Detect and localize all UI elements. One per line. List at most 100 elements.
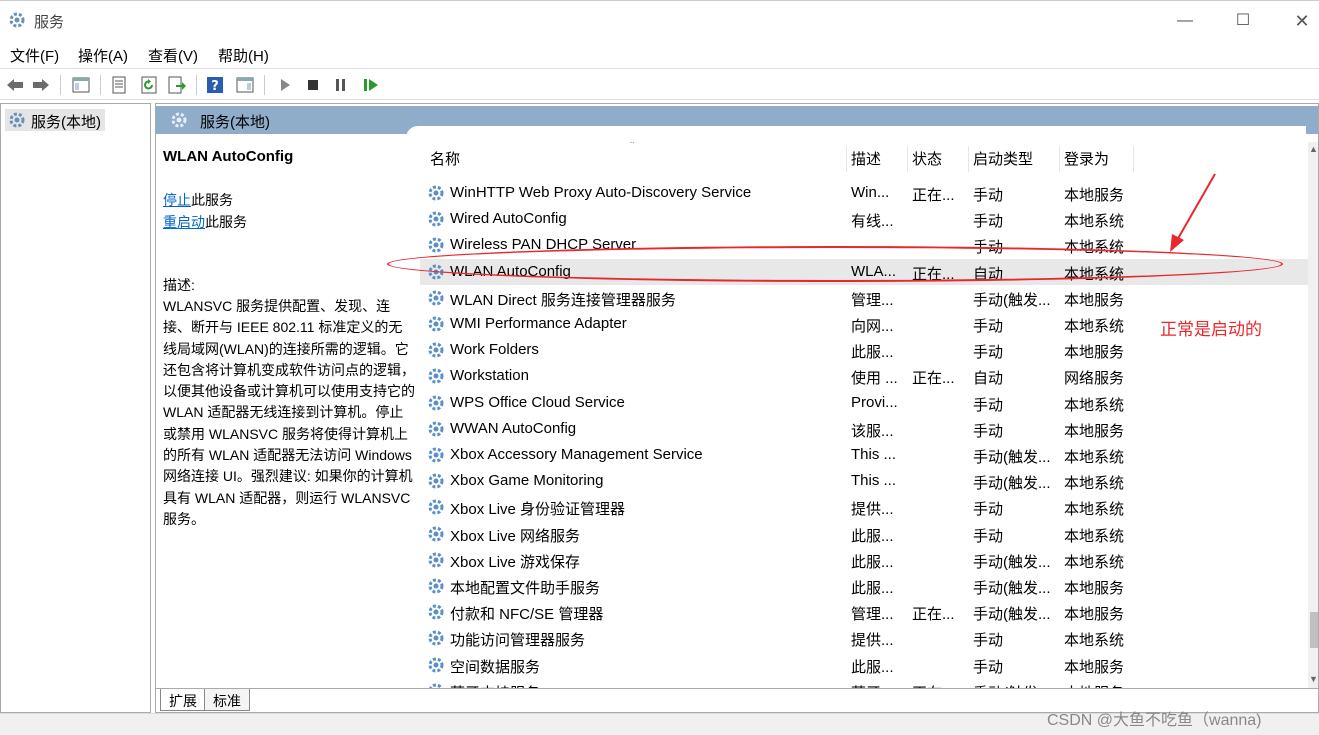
- forward-arrow-icon[interactable]: [30, 74, 52, 96]
- service-row[interactable]: Wireless PAN DHCP Server 手动 本地系统: [420, 232, 1312, 258]
- service-gear-icon: [428, 264, 444, 280]
- maximize-button[interactable]: ☐: [1228, 9, 1258, 33]
- service-log-on-cell: 本地系统: [1064, 553, 1125, 571]
- window-title: 服务: [34, 14, 65, 31]
- help-icon[interactable]: ?: [204, 74, 226, 96]
- service-row[interactable]: Wired AutoConfig 有线... 手动 本地系统: [420, 206, 1312, 232]
- column-header-log-on-as[interactable]: 登录为: [1064, 148, 1109, 170]
- column-header-name[interactable]: 名称: [430, 148, 460, 170]
- stop-service-link[interactable]: 停止: [163, 192, 191, 208]
- back-arrow-icon[interactable]: [4, 74, 26, 96]
- service-row[interactable]: Work Folders 此服... 手动 本地服务: [420, 337, 1312, 363]
- service-log-on-cell: 本地系统: [1064, 318, 1125, 335]
- service-row[interactable]: 蓝牙支持服务蓝牙...正在...手动(触发...本地服务: [420, 678, 1312, 688]
- service-gear-icon: [428, 421, 444, 437]
- service-startup-type-cell: 手动: [973, 527, 1004, 545]
- menu-help[interactable]: 帮助(H): [218, 45, 269, 66]
- vertical-scrollbar[interactable]: ▲ ▼: [1308, 142, 1318, 688]
- service-gear-icon: [428, 657, 444, 673]
- pause-service-icon[interactable]: [330, 74, 352, 96]
- restart-service-link[interactable]: 重启动: [163, 214, 205, 230]
- scroll-up-icon[interactable]: ▲: [1309, 144, 1318, 154]
- service-gear-icon: [428, 395, 444, 411]
- service-row[interactable]: Workstation 使用 ... 正在... 自动 网络服务: [420, 363, 1312, 389]
- service-row[interactable]: Xbox Live 网络服务 此服... 手动 本地系统: [420, 521, 1312, 547]
- service-description-cell: 管理...: [851, 291, 894, 309]
- service-description-cell: Win...: [851, 184, 890, 201]
- service-row[interactable]: 空间数据服务 此服... 手动 本地服务: [420, 652, 1312, 678]
- service-row[interactable]: Xbox Game Monitoring This ... 手动(触发... 本地系统: [420, 468, 1312, 494]
- service-startup-type-cell: 手动(触发...: [973, 291, 1051, 309]
- scrollbar-thumb[interactable]: [1310, 612, 1318, 648]
- service-gear-icon: [428, 552, 444, 568]
- service-log-on-cell: 本地系统: [1064, 396, 1125, 414]
- service-row[interactable]: Xbox Accessory Management Service This ..…: [420, 442, 1312, 468]
- toolbar: ?: [0, 68, 1319, 100]
- service-status-cell: 正在...: [912, 265, 955, 283]
- service-name-cell: WinHTTP Web Proxy Auto-Discovery Service: [450, 184, 752, 201]
- service-row[interactable]: Xbox Live 游戏保存 此服... 手动(触发... 本地系统: [420, 547, 1312, 573]
- services-gear-icon: [9, 112, 25, 128]
- service-row[interactable]: WWAN AutoConfig 该服... 手动 本地服务: [420, 416, 1312, 442]
- service-description-cell: 管理...: [851, 606, 894, 624]
- service-startup-type-cell: 手动: [973, 213, 1004, 231]
- column-header-startup-type[interactable]: 启动类型: [973, 148, 1033, 170]
- selected-service-name: WLAN AutoConfig: [163, 148, 294, 165]
- service-gear-icon: [428, 447, 444, 463]
- service-name-cell: 付款和 NFC/SE 管理器: [450, 606, 604, 624]
- service-row[interactable]: 功能访问管理器服务 提供... 手动 本地系统: [420, 625, 1312, 651]
- column-header-status[interactable]: 状态: [912, 148, 942, 170]
- export-list-icon[interactable]: [166, 74, 188, 96]
- menu-file[interactable]: 文件(F): [10, 45, 59, 66]
- menu-action[interactable]: 操作(A): [78, 45, 128, 66]
- service-startup-type-cell: 手动: [973, 658, 1004, 676]
- service-gear-icon: [428, 630, 444, 646]
- properties-icon[interactable]: [108, 74, 130, 96]
- service-row[interactable]: 本地配置文件助手服务 此服... 手动(触发... 本地服务: [420, 573, 1312, 599]
- start-service-icon[interactable]: [274, 74, 296, 96]
- service-name-cell: WMI Performance Adapter: [450, 315, 627, 332]
- service-log-on-cell: 本地系统: [1064, 475, 1125, 493]
- menu-view[interactable]: 查看(V): [148, 45, 198, 66]
- service-log-on-cell: 本地服务: [1064, 606, 1125, 624]
- service-row[interactable]: 付款和 NFC/SE 管理器 管理... 正在... 手动(触发... 本地服务: [420, 599, 1312, 625]
- stop-service-icon[interactable]: [302, 74, 324, 96]
- service-name-cell: 功能访问管理器服务: [450, 632, 586, 650]
- refresh-icon[interactable]: [138, 74, 160, 96]
- service-log-on-cell: 本地服务: [1064, 187, 1125, 204]
- close-button[interactable]: ✕: [1287, 9, 1317, 33]
- service-gear-icon: [428, 185, 444, 201]
- service-row[interactable]: WinHTTP Web Proxy Auto-Discovery Service…: [420, 180, 1312, 206]
- service-description-cell: 使用 ...: [851, 370, 898, 388]
- tab-extended[interactable]: 扩展: [160, 689, 206, 711]
- service-name-cell: WLAN Direct 服务连接管理器服务: [450, 291, 676, 309]
- column-header-description[interactable]: 描述: [851, 148, 881, 170]
- service-log-on-cell: 本地系统: [1064, 527, 1125, 545]
- tree-item-services-local[interactable]: 服务(本地): [5, 109, 105, 131]
- service-startup-type-cell: 手动(触发...: [973, 475, 1051, 493]
- service-name-cell: 空间数据服务: [450, 658, 541, 676]
- scroll-down-icon[interactable]: ▼: [1309, 674, 1318, 684]
- tab-standard[interactable]: 标准: [204, 689, 250, 711]
- service-row[interactable]: WLAN Direct 服务连接管理器服务 管理... 手动(触发... 本地服务: [420, 285, 1312, 311]
- service-row[interactable]: WLAN AutoConfig WLA... 正在... 自动 本地系统: [420, 258, 1312, 285]
- service-log-on-cell: 本地系统: [1064, 632, 1125, 650]
- console-tree: 服务(本地): [0, 103, 151, 713]
- service-log-on-cell: 本地服务: [1064, 422, 1125, 440]
- service-log-on-cell: 网络服务: [1064, 370, 1125, 388]
- service-startup-type-cell: 手动: [973, 422, 1004, 440]
- service-name-cell: WPS Office Cloud Service: [450, 393, 625, 411]
- services-pane: 服务(本地) WLAN AutoConfig 停止此服务 重启动此服务 描述: …: [155, 103, 1319, 713]
- service-row[interactable]: Xbox Live 身份验证管理器 提供... 手动 本地系统: [420, 494, 1312, 520]
- service-description-cell: 此服...: [851, 527, 894, 545]
- service-row[interactable]: WPS Office Cloud Service Provi... 手动 本地系统: [420, 390, 1312, 416]
- show-hide-pane-icon[interactable]: [234, 74, 256, 96]
- console-tree-icon[interactable]: [70, 74, 92, 96]
- minimize-button[interactable]: —: [1170, 9, 1200, 33]
- title-bar: 服务 — ☐ ✕: [0, 0, 1319, 40]
- service-startup-type-cell: 手动: [973, 187, 1004, 204]
- stop-action: 停止此服务: [163, 189, 415, 211]
- service-details-panel: WLAN AutoConfig 停止此服务 重启动此服务 描述: WLANSVC…: [163, 148, 415, 530]
- service-log-on-cell: 本地系统: [1064, 239, 1125, 257]
- restart-service-icon[interactable]: [360, 74, 382, 96]
